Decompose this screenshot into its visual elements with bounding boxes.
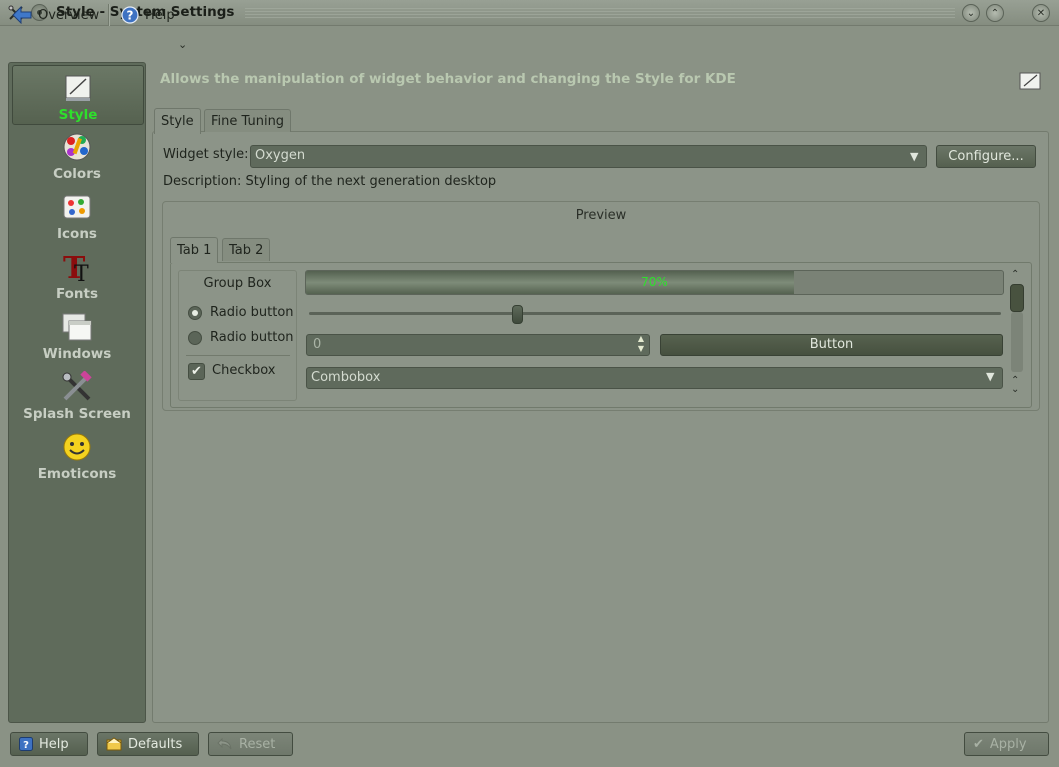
- chevron-down-icon: ⌄: [966, 7, 976, 19]
- minimize-button[interactable]: ⌄: [962, 4, 980, 22]
- sidebar-item-label: Splash Screen: [23, 406, 131, 422]
- title-bar-decoration: [245, 8, 955, 18]
- scrollbar-groove[interactable]: [1011, 312, 1023, 372]
- tab-label: Style: [161, 114, 194, 129]
- tab-label: Tab 2: [229, 242, 264, 258]
- sidebar-item-splash-screen[interactable]: Splash Screen: [12, 365, 142, 423]
- sidebar-item-style[interactable]: Style: [12, 65, 144, 125]
- preview-title: Preview: [575, 208, 627, 223]
- svg-text:?: ?: [127, 9, 134, 23]
- help-label: Help: [145, 7, 175, 23]
- style-description: Description: Styling of the next generat…: [163, 174, 497, 189]
- sidebar-item-icons[interactable]: Icons: [12, 185, 142, 243]
- sidebar-item-label: Style: [58, 107, 98, 123]
- check-icon: ✔: [973, 736, 984, 752]
- button-label: Reset: [239, 736, 276, 752]
- chevron-down-icon: ▼: [910, 150, 919, 163]
- sidebar-item-windows[interactable]: Windows: [12, 305, 142, 363]
- help-menu-button[interactable]: ? Help: [117, 3, 179, 27]
- sidebar-item-label: Icons: [57, 226, 97, 242]
- svg-text:T: T: [74, 262, 89, 283]
- tab-fine-tuning[interactable]: Fine Tuning: [204, 109, 292, 132]
- sidebar-item-label: Fonts: [55, 286, 99, 302]
- svg-text:?: ?: [23, 740, 29, 751]
- defaults-button[interactable]: Defaults: [97, 732, 199, 756]
- scroll-down-icon[interactable]: ⌃ ⌄: [1011, 376, 1019, 395]
- checkbox-label[interactable]: Checkbox: [212, 363, 276, 378]
- preview-tab-2[interactable]: Tab 2: [222, 238, 271, 261]
- button-label: Defaults: [128, 736, 183, 752]
- group-box-title: Group Box: [203, 276, 272, 291]
- radio-label[interactable]: Radio button: [210, 330, 294, 345]
- maximize-button[interactable]: ⌃: [986, 4, 1004, 22]
- splash-screen-icon: [62, 371, 92, 401]
- radio-button[interactable]: [188, 331, 202, 345]
- scroll-up-icon[interactable]: ⌃: [1011, 269, 1019, 280]
- group-box-separator: [186, 355, 290, 356]
- slider-handle[interactable]: [511, 305, 523, 324]
- button-label: Help: [39, 736, 69, 752]
- preview-tab-1[interactable]: Tab 1: [170, 237, 219, 263]
- sidebar: Style Colors Icons T T Fonts Windows Spl…: [8, 62, 146, 723]
- tab-label: Tab 1: [177, 243, 212, 258]
- help-icon: ?: [19, 737, 33, 751]
- help-button[interactable]: ? Help: [10, 732, 88, 756]
- sidebar-item-colors[interactable]: Colors: [12, 125, 142, 183]
- radio-label[interactable]: Radio button: [210, 305, 294, 320]
- chevron-down-icon[interactable]: ⌄: [178, 38, 187, 51]
- close-button[interactable]: ✕: [1032, 4, 1050, 22]
- sidebar-item-label: Colors: [53, 166, 101, 182]
- overview-label: Overview: [38, 7, 100, 23]
- progress-text: 70%: [641, 275, 668, 289]
- sidebar-item-fonts[interactable]: T T Fonts: [12, 245, 142, 303]
- sidebar-item-emoticons[interactable]: Emoticons: [12, 425, 142, 483]
- configure-button[interactable]: Configure...: [936, 145, 1036, 168]
- radio-button-checked[interactable]: [188, 306, 202, 320]
- style-icon: [65, 75, 91, 101]
- fonts-icon: T T: [63, 251, 89, 283]
- chevron-down-icon: ▼: [986, 370, 995, 383]
- emoticons-icon: [63, 433, 91, 461]
- help-icon: ?: [121, 6, 139, 24]
- windows-icon: [62, 313, 92, 341]
- reset-button[interactable]: Reset: [208, 732, 293, 756]
- module-description: Allows the manipulation of widget behavi…: [160, 71, 736, 87]
- style-icon: [1019, 72, 1041, 90]
- checkbox[interactable]: ✔: [188, 363, 205, 380]
- sidebar-item-label: Emoticons: [37, 466, 117, 482]
- button-label: Apply: [989, 736, 1027, 752]
- defaults-icon: [106, 737, 122, 751]
- spin-box[interactable]: 0: [306, 334, 650, 356]
- colors-icon: [63, 133, 91, 161]
- toolbar-separator: [108, 4, 110, 26]
- chevron-up-icon: ⌃: [990, 7, 1000, 19]
- scrollbar-handle[interactable]: [1010, 284, 1024, 312]
- icons-icon: [63, 195, 91, 219]
- widget-style-label: Widget style:: [163, 147, 249, 162]
- tab-label: Fine Tuning: [211, 113, 285, 129]
- preview-button[interactable]: Button: [660, 334, 1003, 356]
- check-icon: ✔: [191, 364, 202, 379]
- widget-style-combo[interactable]: Oxygen: [250, 145, 927, 168]
- apply-button[interactable]: ✔ Apply: [964, 732, 1049, 756]
- preview-combobox[interactable]: Combobox: [306, 367, 1003, 389]
- back-arrow-icon: [12, 6, 32, 24]
- tab-style[interactable]: Style: [154, 108, 201, 134]
- close-icon: ✕: [1036, 7, 1046, 19]
- undo-icon: [217, 737, 232, 750]
- overview-button[interactable]: Overview: [8, 3, 103, 27]
- slider-groove[interactable]: [309, 312, 1001, 315]
- sidebar-item-label: Windows: [42, 346, 112, 362]
- spin-arrows-icon[interactable]: ▲ ▼: [634, 334, 648, 356]
